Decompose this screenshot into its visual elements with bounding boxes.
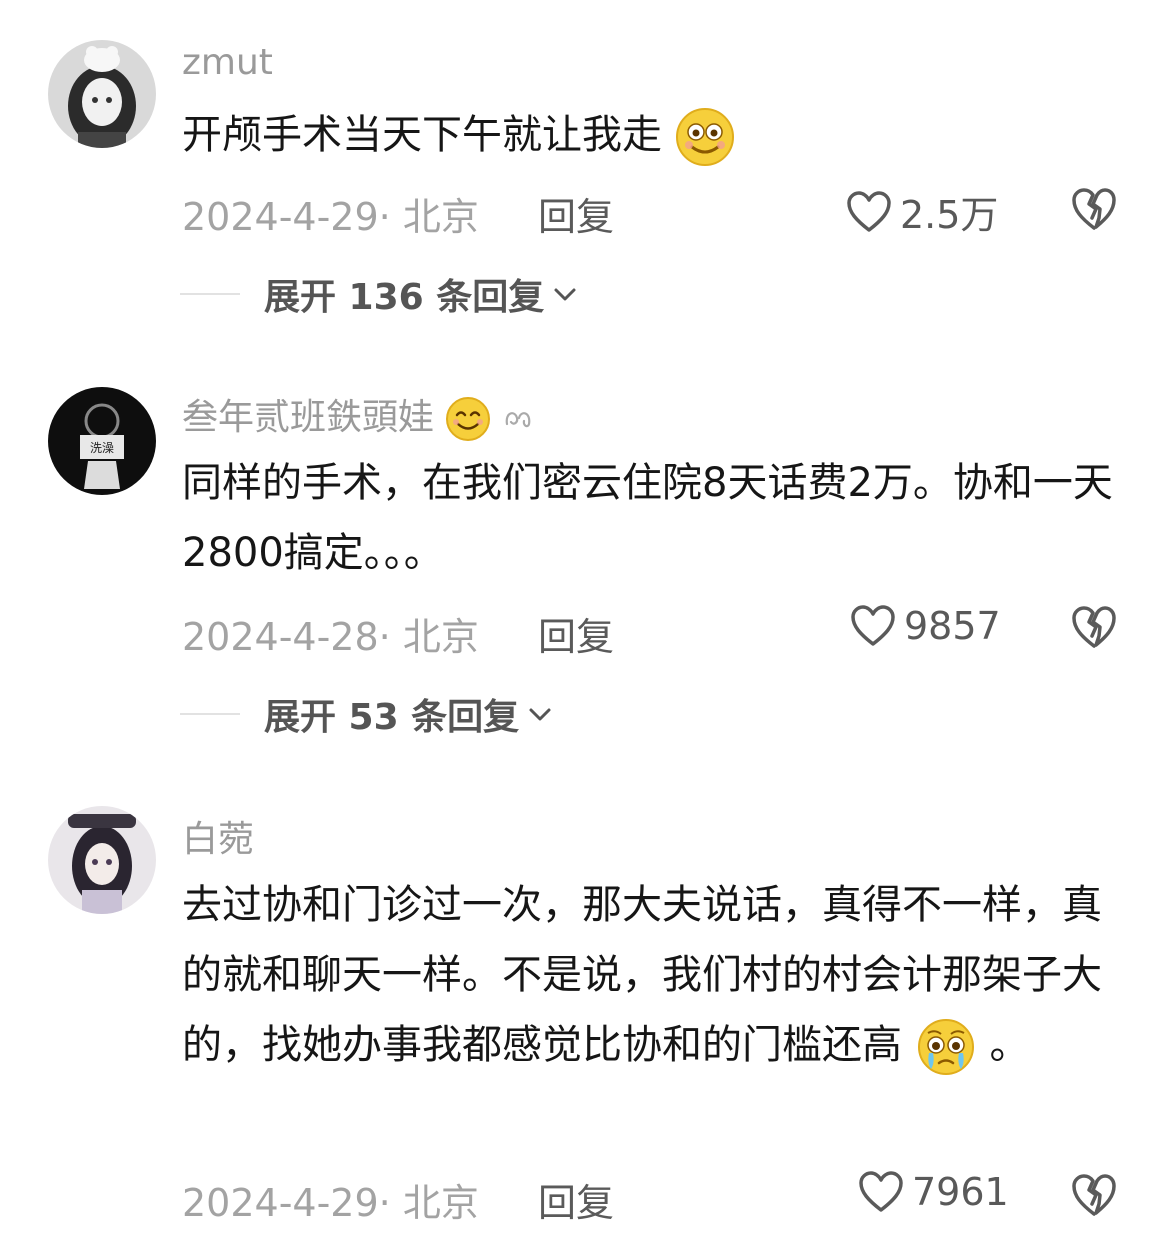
- avatar[interactable]: [48, 806, 156, 914]
- heart-outline-icon: [859, 1171, 903, 1212]
- like-count: 7961: [912, 1170, 1009, 1214]
- comment-text: 去过协和门诊过一次，那大夫说话，真得不一样，真的就和聊天一样。不是说，我们村的村…: [182, 870, 1132, 1080]
- dislike-button[interactable]: [1070, 1172, 1118, 1222]
- comment-username[interactable]: 白菀: [182, 810, 254, 862]
- comment-item: 白菀 去过协和门诊过一次，那大夫说话，真得不一样，真的就和聊天一样。不是说，我们…: [0, 0, 1170, 1250]
- broken-heart-icon: [1072, 1174, 1116, 1216]
- like-button[interactable]: 7961: [858, 1170, 1009, 1214]
- comment-date-location: 2024-4-29· 北京: [182, 1181, 479, 1225]
- reply-button[interactable]: 回复: [538, 1172, 614, 1227]
- pleading-emoji-icon: [917, 1019, 974, 1075]
- comment-text-tail: 。: [989, 1022, 1030, 1068]
